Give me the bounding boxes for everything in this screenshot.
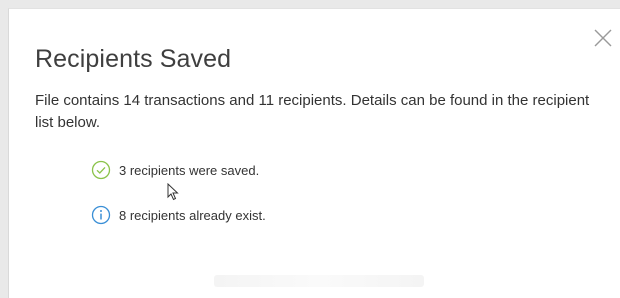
close-button[interactable] — [592, 27, 614, 49]
dialog-title: Recipients Saved — [35, 45, 232, 73]
status-saved: 3 recipients were saved. — [91, 160, 259, 180]
faded-background-element — [214, 275, 424, 287]
check-circle-icon — [91, 160, 111, 180]
close-icon[interactable] — [592, 27, 614, 49]
info-circle-icon — [91, 205, 111, 225]
mouse-pointer-icon — [167, 183, 179, 201]
dialog-description: File contains 14 transactions and 11 rec… — [35, 92, 590, 131]
status-exist-text: 8 recipients already exist. — [119, 207, 266, 223]
recipients-saved-dialog: Recipients Saved File contains 14 transa… — [8, 8, 620, 298]
status-exist: 8 recipients already exist. — [91, 205, 266, 225]
status-saved-text: 3 recipients were saved. — [119, 162, 260, 178]
